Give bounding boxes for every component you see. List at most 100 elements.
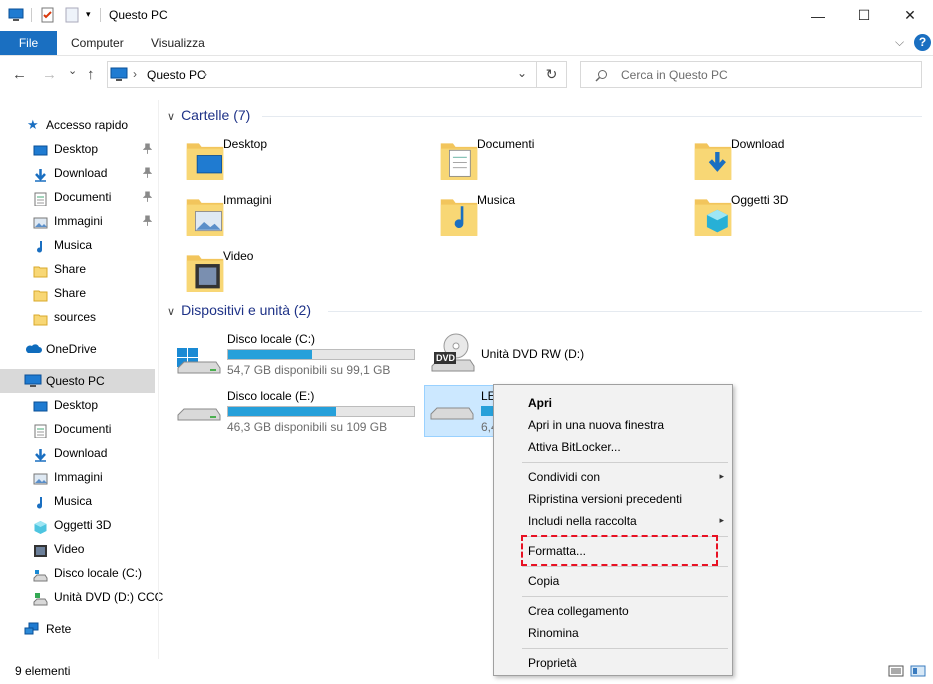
tab-view[interactable]: Visualizza bbox=[151, 31, 205, 55]
drive-c[interactable]: Disco locale (C:) 54,7 GB disponibili su… bbox=[172, 330, 422, 380]
close-button[interactable]: ✕ bbox=[887, 0, 933, 31]
collapse-chevron-icon[interactable]: ∨ bbox=[167, 111, 175, 123]
menu-item-bitlocker[interactable]: Attiva BitLocker... bbox=[528, 440, 621, 454]
sidebar-item-share[interactable]: Share bbox=[0, 281, 155, 305]
sidebar-item-sources[interactable]: sources bbox=[0, 305, 155, 329]
folder-desktop[interactable]: Desktop bbox=[183, 136, 413, 192]
menu-item-create-shortcut[interactable]: Crea collegamento bbox=[528, 604, 629, 618]
properties-icon[interactable] bbox=[40, 7, 56, 23]
sidebar-item-pc-video[interactable]: Video bbox=[0, 537, 155, 561]
sidebar-item-network[interactable]: Rete bbox=[0, 617, 155, 641]
sidebar-item-immagini[interactable]: Immagini bbox=[0, 209, 155, 233]
search-input[interactable]: Cerca in Questo PC bbox=[580, 61, 922, 88]
drive-e[interactable]: Disco locale (E:) 46,3 GB disponibili su… bbox=[172, 387, 422, 437]
tab-computer[interactable]: Computer bbox=[71, 31, 124, 55]
maximize-button[interactable]: ☐ bbox=[841, 0, 887, 31]
address-bar[interactable]: › Questo PC › ⌄ bbox=[107, 61, 537, 88]
sidebar-item-label: Desktop bbox=[54, 142, 99, 156]
sidebar-item-pc-documenti[interactable]: Documenti bbox=[0, 417, 155, 441]
sidebar-item-pc-unit-dvd-d-ccc[interactable]: Unità DVD (D:) CCC bbox=[0, 585, 163, 609]
menu-item-rename[interactable]: Rinomina bbox=[528, 626, 579, 640]
sidebar-item-pc-desktop[interactable]: Desktop bbox=[0, 393, 155, 417]
forward-button[interactable]: → bbox=[42, 66, 57, 83]
sidebar-item-pc-download[interactable]: Download bbox=[0, 441, 155, 465]
sidebar-item-pc-musica[interactable]: Musica bbox=[0, 489, 155, 513]
pin-icon[interactable] bbox=[142, 209, 153, 235]
folder-immagini[interactable]: Immagini bbox=[183, 192, 413, 248]
sidebar-item-label: Oggetti 3D bbox=[54, 518, 112, 532]
ribbon-expand-icon[interactable]: ⌵ bbox=[895, 35, 904, 50]
pin-icon[interactable] bbox=[142, 137, 153, 163]
cloud-icon bbox=[25, 344, 42, 353]
minimize-button[interactable]: — bbox=[795, 0, 841, 31]
music-icon bbox=[33, 494, 48, 509]
download-icon bbox=[33, 166, 48, 182]
menu-item-copy[interactable]: Copia bbox=[528, 574, 559, 588]
usage-bar-fill bbox=[228, 407, 336, 416]
address-path[interactable]: Questo PC bbox=[147, 68, 206, 82]
section-divider bbox=[262, 116, 922, 117]
sidebar-item-onedrive[interactable]: OneDrive bbox=[0, 337, 155, 361]
address-dropdown-icon[interactable]: ⌄ bbox=[517, 66, 527, 80]
pictures-icon bbox=[33, 214, 48, 229]
drive-icon bbox=[430, 407, 474, 420]
back-button[interactable]: ← bbox=[12, 66, 27, 83]
recent-locations-icon[interactable]: ⌄ bbox=[68, 64, 77, 77]
pictures-icon bbox=[33, 470, 48, 485]
folder-documenti[interactable]: Documenti bbox=[437, 136, 667, 192]
drive-icon bbox=[177, 408, 221, 421]
star-icon: ★ bbox=[27, 117, 39, 132]
up-button[interactable]: ↑ bbox=[87, 66, 95, 83]
folder-video[interactable]: Video bbox=[183, 248, 413, 304]
sidebar-item-label: Documenti bbox=[54, 422, 112, 436]
section-title: Cartelle (7) bbox=[181, 107, 251, 123]
dvd-label: DVD bbox=[436, 353, 456, 363]
sidebar-item-quick-access[interactable]: ★ Accesso rapido bbox=[0, 113, 155, 137]
sidebar-item-share[interactable]: Share bbox=[0, 257, 155, 281]
devices-section-header[interactable]: ∨ Dispositivi e unità (2) bbox=[167, 302, 311, 318]
refresh-button[interactable]: ↻ bbox=[537, 61, 567, 88]
sidebar-item-label: Documenti bbox=[54, 190, 112, 204]
menu-item-share-with[interactable]: Condividi con bbox=[528, 470, 600, 484]
sidebar-item-musica[interactable]: Musica bbox=[0, 233, 155, 257]
drive-name: Disco locale (E:) bbox=[227, 389, 315, 403]
sidebar-item-documenti[interactable]: Documenti bbox=[0, 185, 155, 209]
computer-icon bbox=[110, 67, 128, 81]
sidebar-item-label: Musica bbox=[54, 238, 93, 252]
pin-icon[interactable] bbox=[142, 185, 153, 211]
desktop-icon bbox=[33, 142, 48, 156]
sidebar-item-this-pc[interactable]: Questo PC bbox=[0, 369, 155, 393]
tab-file[interactable]: File bbox=[0, 31, 57, 55]
sidebar-item-download[interactable]: Download bbox=[0, 161, 155, 185]
sidebar-item-pc-immagini[interactable]: Immagini bbox=[0, 465, 155, 489]
sidebar-item-pc-oggetti-3d[interactable]: Oggetti 3D bbox=[0, 513, 155, 537]
menu-item-restore-versions[interactable]: Ripristina versioni precedenti bbox=[528, 492, 682, 506]
dvd-drive-icon bbox=[33, 590, 48, 606]
drive-name: Disco locale (C:) bbox=[227, 332, 316, 346]
ribbon-tabs: File Computer Visualizza ⌵ ? bbox=[0, 31, 933, 55]
folder-label: Video bbox=[223, 249, 254, 263]
collapse-chevron-icon[interactable]: ∨ bbox=[167, 306, 175, 318]
sidebar-item-label: Desktop bbox=[54, 398, 99, 412]
folder-download[interactable]: Download bbox=[691, 136, 921, 192]
details-view-icon[interactable] bbox=[888, 665, 904, 677]
quick-access-dropdown-icon[interactable]: ▾ bbox=[86, 9, 91, 20]
folder-label: Oggetti 3D bbox=[731, 193, 789, 207]
sidebar-item-pc-disco-locale-c[interactable]: Disco locale (C:) bbox=[0, 561, 155, 585]
menu-item-open-new-window[interactable]: Apri in una nuova finestra bbox=[528, 418, 664, 432]
pin-icon[interactable] bbox=[142, 161, 153, 187]
format-highlight-box bbox=[521, 535, 718, 566]
sidebar-item-label: Share bbox=[54, 286, 87, 300]
menu-item-include-library[interactable]: Includi nella raccolta bbox=[528, 514, 637, 528]
help-icon[interactable]: ? bbox=[914, 34, 931, 51]
large-icons-view-icon[interactable] bbox=[910, 665, 926, 677]
new-folder-icon[interactable] bbox=[64, 7, 80, 23]
folder-musica[interactable]: Musica bbox=[437, 192, 667, 248]
documents-folder-icon bbox=[439, 136, 479, 185]
menu-item-open[interactable]: Apri bbox=[528, 396, 552, 410]
folders-section-header[interactable]: ∨ Cartelle (7) bbox=[167, 107, 250, 123]
folder-oggetti-3d[interactable]: Oggetti 3D bbox=[691, 192, 921, 248]
sidebar-item-desktop[interactable]: Desktop bbox=[0, 137, 155, 161]
computer-icon[interactable] bbox=[8, 7, 24, 23]
drive-dvd-d[interactable]: DVD Unità DVD RW (D:) bbox=[426, 330, 676, 380]
